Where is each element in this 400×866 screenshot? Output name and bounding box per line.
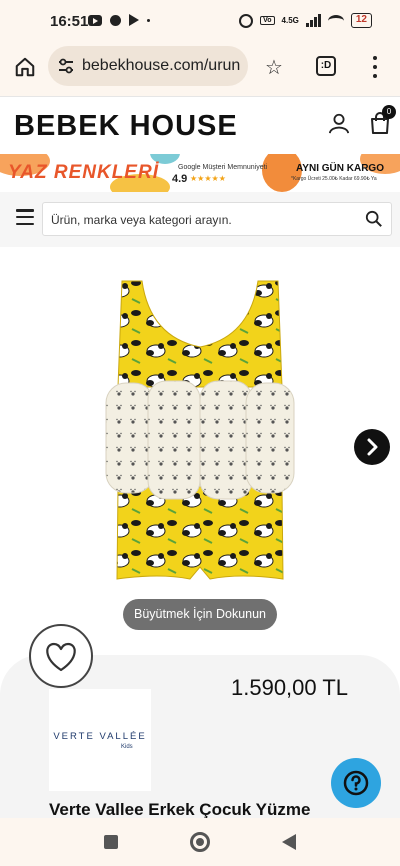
help-button[interactable]: [331, 758, 381, 808]
cargo-note: *Kargo Ücreti 25.00₺ Kadar 69.90₺ Ya: [291, 176, 377, 182]
zoom-hint-button[interactable]: Büyütmek İçin Dokunun: [123, 599, 277, 630]
menu-icon[interactable]: [16, 209, 34, 225]
help-icon: [343, 770, 369, 796]
tabs-icon[interactable]: :D: [316, 56, 336, 76]
product-image[interactable]: [0, 247, 400, 597]
notification-icons: [88, 14, 150, 26]
google-rating-label: Google Müşteri Memnuniyeti: [178, 164, 268, 171]
product-price: 1.590,00 TL: [231, 675, 349, 700]
next-image-button[interactable]: [354, 429, 390, 465]
system-nav-bar: [0, 818, 400, 866]
network-type: 4.5G: [281, 16, 299, 25]
home-nav-icon[interactable]: [190, 832, 210, 852]
product-gallery[interactable]: Büyütmek İçin Dokunun: [0, 247, 400, 657]
more-notifications-icon: [147, 18, 150, 22]
cart-count-badge: 0: [382, 105, 396, 119]
browser-toolbar: bebekhouse.com/urun ☆ :D: [0, 40, 400, 96]
favorite-button[interactable]: [29, 624, 93, 688]
home-icon[interactable]: [14, 56, 36, 78]
battery-indicator: 12: [350, 13, 372, 28]
rating-value: 4.9: [172, 173, 188, 185]
recents-icon[interactable]: [104, 835, 118, 849]
brand-logo[interactable]: VERTE VALLÉE Kids: [49, 689, 151, 791]
rating-stars: ★★★★★: [190, 174, 226, 183]
url-text[interactable]: bebekhouse.com/urun: [82, 57, 242, 75]
wifi-icon: [327, 14, 344, 27]
youtube-icon: [88, 14, 102, 26]
alarm-icon: [239, 13, 254, 28]
search-icon[interactable]: [365, 210, 383, 228]
banner-headline: YAZ RENKLERİ: [8, 162, 159, 183]
tune-icon[interactable]: [58, 58, 74, 74]
play-store-icon: [129, 14, 139, 26]
back-icon[interactable]: [282, 834, 296, 850]
status-time: 16:51: [50, 13, 89, 30]
user-icon[interactable]: [328, 112, 350, 134]
more-vert-icon[interactable]: [372, 56, 378, 78]
chevron-right-icon: [367, 438, 378, 456]
status-bar: 16:51 Vo 4.5G 12: [0, 0, 400, 40]
volte-icon: Vo: [260, 16, 275, 25]
star-outline-icon[interactable]: ☆: [265, 55, 283, 80]
promo-banner[interactable]: YAZ RENKLERİ Google Müşteri Memnuniyeti …: [0, 154, 400, 192]
search-placeholder[interactable]: Ürün, marka veya kategori arayın.: [51, 213, 232, 227]
system-icons: Vo 4.5G 12: [239, 13, 372, 28]
heart-outline-icon: [46, 642, 76, 672]
address-bar[interactable]: bebekhouse.com/urun: [48, 46, 248, 86]
search-row: Ürün, marka veya kategori arayın.: [0, 192, 400, 247]
record-icon: [110, 14, 121, 26]
site-logo[interactable]: BEBEK HOUSE: [14, 110, 238, 143]
brand-name: VERTE VALLÉE: [53, 731, 147, 742]
search-input[interactable]: Ürün, marka veya kategori arayın.: [42, 202, 392, 236]
product-title: Verte Vallee Erkek Çocuk Yüzme: [49, 800, 311, 819]
site-header: BEBEK HOUSE 0: [0, 96, 400, 154]
brand-sub: Kids: [121, 744, 133, 750]
cargo-headline: AYNI GÜN KARGO: [296, 163, 384, 174]
signal-icon: [305, 14, 321, 27]
